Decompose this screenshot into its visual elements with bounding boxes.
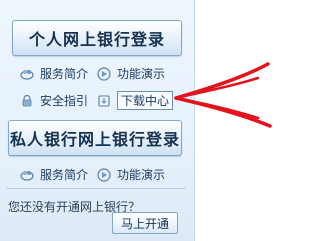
personal-feature-demo-link[interactable]: 功能演示 bbox=[97, 65, 165, 82]
demo-icon bbox=[97, 167, 111, 182]
private-feature-demo-link[interactable]: 功能演示 bbox=[97, 166, 165, 183]
link-label: 功能演示 bbox=[117, 168, 166, 182]
link-label: 下载中心 bbox=[117, 91, 174, 110]
open-account-button[interactable]: 马上开通 bbox=[112, 212, 178, 234]
divider bbox=[6, 188, 186, 189]
service-icon bbox=[20, 168, 34, 182]
link-label: 服务简介 bbox=[40, 67, 89, 81]
personal-login-button[interactable]: 个人网上银行登录 bbox=[12, 20, 182, 56]
download-icon bbox=[97, 94, 111, 108]
service-icon bbox=[20, 67, 34, 81]
personal-service-intro-link[interactable]: 服务简介 bbox=[20, 65, 88, 82]
private-banking-login-button[interactable]: 私人银行网上银行登录 bbox=[8, 120, 182, 156]
link-label: 服务简介 bbox=[40, 168, 89, 182]
download-center-link[interactable]: 下载中心 bbox=[97, 91, 174, 110]
bank-login-panel: 个人网上银行登录 服务简介 功能演示 安全指引 下载中心 私人银行网上银行登录 … bbox=[0, 0, 195, 241]
demo-icon bbox=[97, 66, 111, 81]
private-service-intro-link[interactable]: 服务简介 bbox=[20, 166, 88, 183]
link-label: 功能演示 bbox=[117, 67, 166, 81]
safety-guide-link[interactable]: 安全指引 bbox=[20, 92, 88, 109]
lock-icon bbox=[20, 94, 34, 108]
link-label: 安全指引 bbox=[40, 94, 89, 108]
